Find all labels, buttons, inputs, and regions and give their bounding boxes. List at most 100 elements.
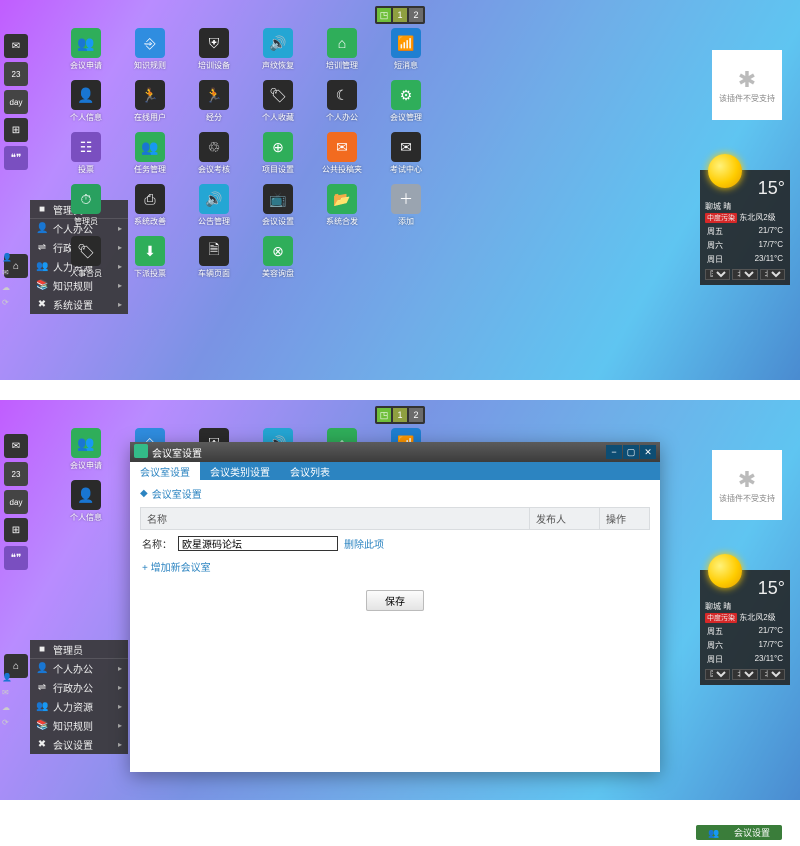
desktop-icon[interactable]: 🏃在线用户: [120, 80, 180, 130]
flow-icon: ⇌: [36, 242, 48, 253]
save-button[interactable]: 保存: [366, 590, 424, 611]
desktop-icon[interactable]: 👤个人信息: [56, 80, 116, 130]
city-select[interactable]: 北京▾: [760, 669, 785, 680]
day-icon[interactable]: day: [4, 490, 28, 514]
app-icon: 👥: [71, 28, 101, 58]
desktop-icon[interactable]: 📺会议设置: [248, 184, 308, 234]
desktop-icon-label: 会议管理: [390, 112, 422, 123]
forecast-row: 周五21/7°C: [705, 626, 785, 637]
status-cloud-icon[interactable]: ☁: [2, 283, 14, 295]
desktop-icon[interactable]: ⛨培训设备: [184, 28, 244, 78]
chevron-right-icon: ▸: [118, 664, 122, 673]
status-cloud-icon[interactable]: ☁: [2, 703, 14, 715]
desktop-icon[interactable]: 🗎车辆页面: [184, 236, 244, 286]
pager-1[interactable]: 1: [393, 8, 407, 22]
app-icon: 🔊: [263, 28, 293, 58]
desktop-icon[interactable]: ♲会议考核: [184, 132, 244, 182]
desktop-icon[interactable]: 🏷人事合员: [56, 236, 116, 286]
app-icon: ♲: [199, 132, 229, 162]
start-item-label: 个人办公: [53, 661, 93, 676]
desktop-icon[interactable]: 👥任务管理: [120, 132, 180, 182]
pager-icon[interactable]: ◳: [377, 8, 391, 22]
desktop-icon[interactable]: 👥会议申请: [56, 428, 116, 478]
desktop-icon[interactable]: ＋添加: [376, 184, 436, 234]
desktop-icon[interactable]: 📂系统合发: [312, 184, 372, 234]
desktop-icon[interactable]: ✉公共投稿夹: [312, 132, 372, 182]
chat-icon[interactable]: ❝❞: [4, 146, 28, 170]
status-user-icon[interactable]: 👤: [2, 253, 14, 265]
start-item-admin[interactable]: ⇌ 行政办公 ▸: [30, 678, 128, 697]
desktop-icon[interactable]: ⚙会议管理: [376, 80, 436, 130]
start-item-system[interactable]: ✖ 系统设置 ▸: [30, 295, 128, 314]
start-item-hr[interactable]: 👥 人力资源 ▸: [30, 697, 128, 716]
room-table: 名称 发布人 操作: [140, 507, 650, 530]
desktop-icon[interactable]: 📶短消息: [376, 28, 436, 78]
start-item-meeting[interactable]: ✖ 会议设置 ▸: [30, 735, 128, 754]
pager-2[interactable]: 2: [409, 8, 423, 22]
desktop-icon[interactable]: ☷投票: [56, 132, 116, 182]
city-select[interactable]: 北京▾: [760, 269, 785, 280]
province-select[interactable]: 北京▾: [732, 669, 757, 680]
window-titlebar[interactable]: 会议室设置 − ▢ ✕: [130, 442, 660, 462]
weather-city: 聊城 晴: [705, 601, 785, 612]
maximize-icon[interactable]: ▢: [623, 445, 639, 459]
desktop-icon[interactable]: 🔊声纹恢复: [248, 28, 308, 78]
desktop-icon[interactable]: ⎆知识规则: [120, 28, 180, 78]
status-mail-icon[interactable]: ✉: [2, 268, 14, 280]
weather-selects: 国家▾ 北京▾ 北京▾: [705, 269, 785, 280]
pager-icon[interactable]: ◳: [377, 408, 391, 422]
desktop-icon[interactable]: ✉考试中心: [376, 132, 436, 182]
country-select[interactable]: 国家▾: [705, 669, 730, 680]
close-icon[interactable]: ✕: [640, 445, 656, 459]
tab-meeting-list[interactable]: 会议列表: [280, 462, 340, 480]
mail-icon[interactable]: ✉: [4, 34, 28, 58]
country-select[interactable]: 国家▾: [705, 269, 730, 280]
grid-icon[interactable]: ⊞: [4, 518, 28, 542]
status-user-icon[interactable]: 👤: [2, 673, 14, 685]
start-item-personal[interactable]: 👤 个人办公 ▸: [30, 659, 128, 678]
status-mail-icon[interactable]: ✉: [2, 688, 14, 700]
desktop-icon[interactable]: ☾个人办公: [312, 80, 372, 130]
day-icon[interactable]: day: [4, 90, 28, 114]
desktop-icon-label: 个人办公: [326, 112, 358, 123]
desktop-icon[interactable]: ⬇下派投票: [120, 236, 180, 286]
pager-2[interactable]: 2: [409, 408, 423, 422]
mail-icon[interactable]: ✉: [4, 434, 28, 458]
province-select[interactable]: 北京▾: [732, 269, 757, 280]
calendar-icon[interactable]: 23: [4, 62, 28, 86]
left-dock: ✉ 23 day ⊞ ❝❞ ⌂: [0, 30, 30, 282]
grid-icon[interactable]: ⊞: [4, 118, 28, 142]
window-tabs: 会议室设置 会议类别设置 会议列表: [130, 462, 660, 480]
taskbar-meeting-button[interactable]: 👥 会议设置: [696, 825, 782, 840]
desktop-icon[interactable]: 🏷个人收藏: [248, 80, 308, 130]
start-item-label: 会议设置: [53, 737, 93, 752]
tab-room-setup[interactable]: 会议室设置: [130, 462, 200, 480]
desktop-icon-label: 个人收藏: [262, 112, 294, 123]
delete-link[interactable]: 删除此项: [344, 536, 384, 551]
desktop-icon[interactable]: ⊗美容询盘: [248, 236, 308, 286]
minimize-icon[interactable]: −: [606, 445, 622, 459]
desktop-icon[interactable]: ⎙系统改善: [120, 184, 180, 234]
desktop-icon[interactable]: ⏱管理员: [56, 184, 116, 234]
desktop-icon[interactable]: ⊕项目设置: [248, 132, 308, 182]
chat-icon[interactable]: ❝❞: [4, 546, 28, 570]
tab-category-setup[interactable]: 会议类别设置: [200, 462, 280, 480]
desktop-icon-label: 培训管理: [326, 60, 358, 71]
desktop-icon[interactable]: 🏃经分: [184, 80, 244, 130]
desktop-icon[interactable]: 🔊公告管理: [184, 184, 244, 234]
start-item-knowledge[interactable]: 📚 知识规则 ▸: [30, 716, 128, 735]
status-refresh-icon[interactable]: ⟳: [2, 718, 14, 730]
calendar-icon[interactable]: 23: [4, 462, 28, 486]
chevron-right-icon: ▸: [118, 300, 122, 309]
desktop-icon[interactable]: ⌂培训管理: [312, 28, 372, 78]
room-name-input[interactable]: [178, 536, 338, 551]
app-icon: 👤: [71, 80, 101, 110]
pager-1[interactable]: 1: [393, 408, 407, 422]
desktop-icon[interactable]: 👥会议申请: [56, 28, 116, 78]
meeting-room-window: 会议室设置 − ▢ ✕ 会议室设置 会议类别设置 会议列表 ◆ 会议室设置 名称…: [130, 442, 660, 772]
desktop-icon[interactable]: 👤个人信息: [56, 480, 116, 530]
add-room-link[interactable]: + 增加新会议室: [140, 557, 650, 576]
desktop-icon-label: 投票: [78, 164, 94, 175]
status-refresh-icon[interactable]: ⟳: [2, 298, 14, 310]
forecast-row: 周五21/7°C: [705, 226, 785, 237]
